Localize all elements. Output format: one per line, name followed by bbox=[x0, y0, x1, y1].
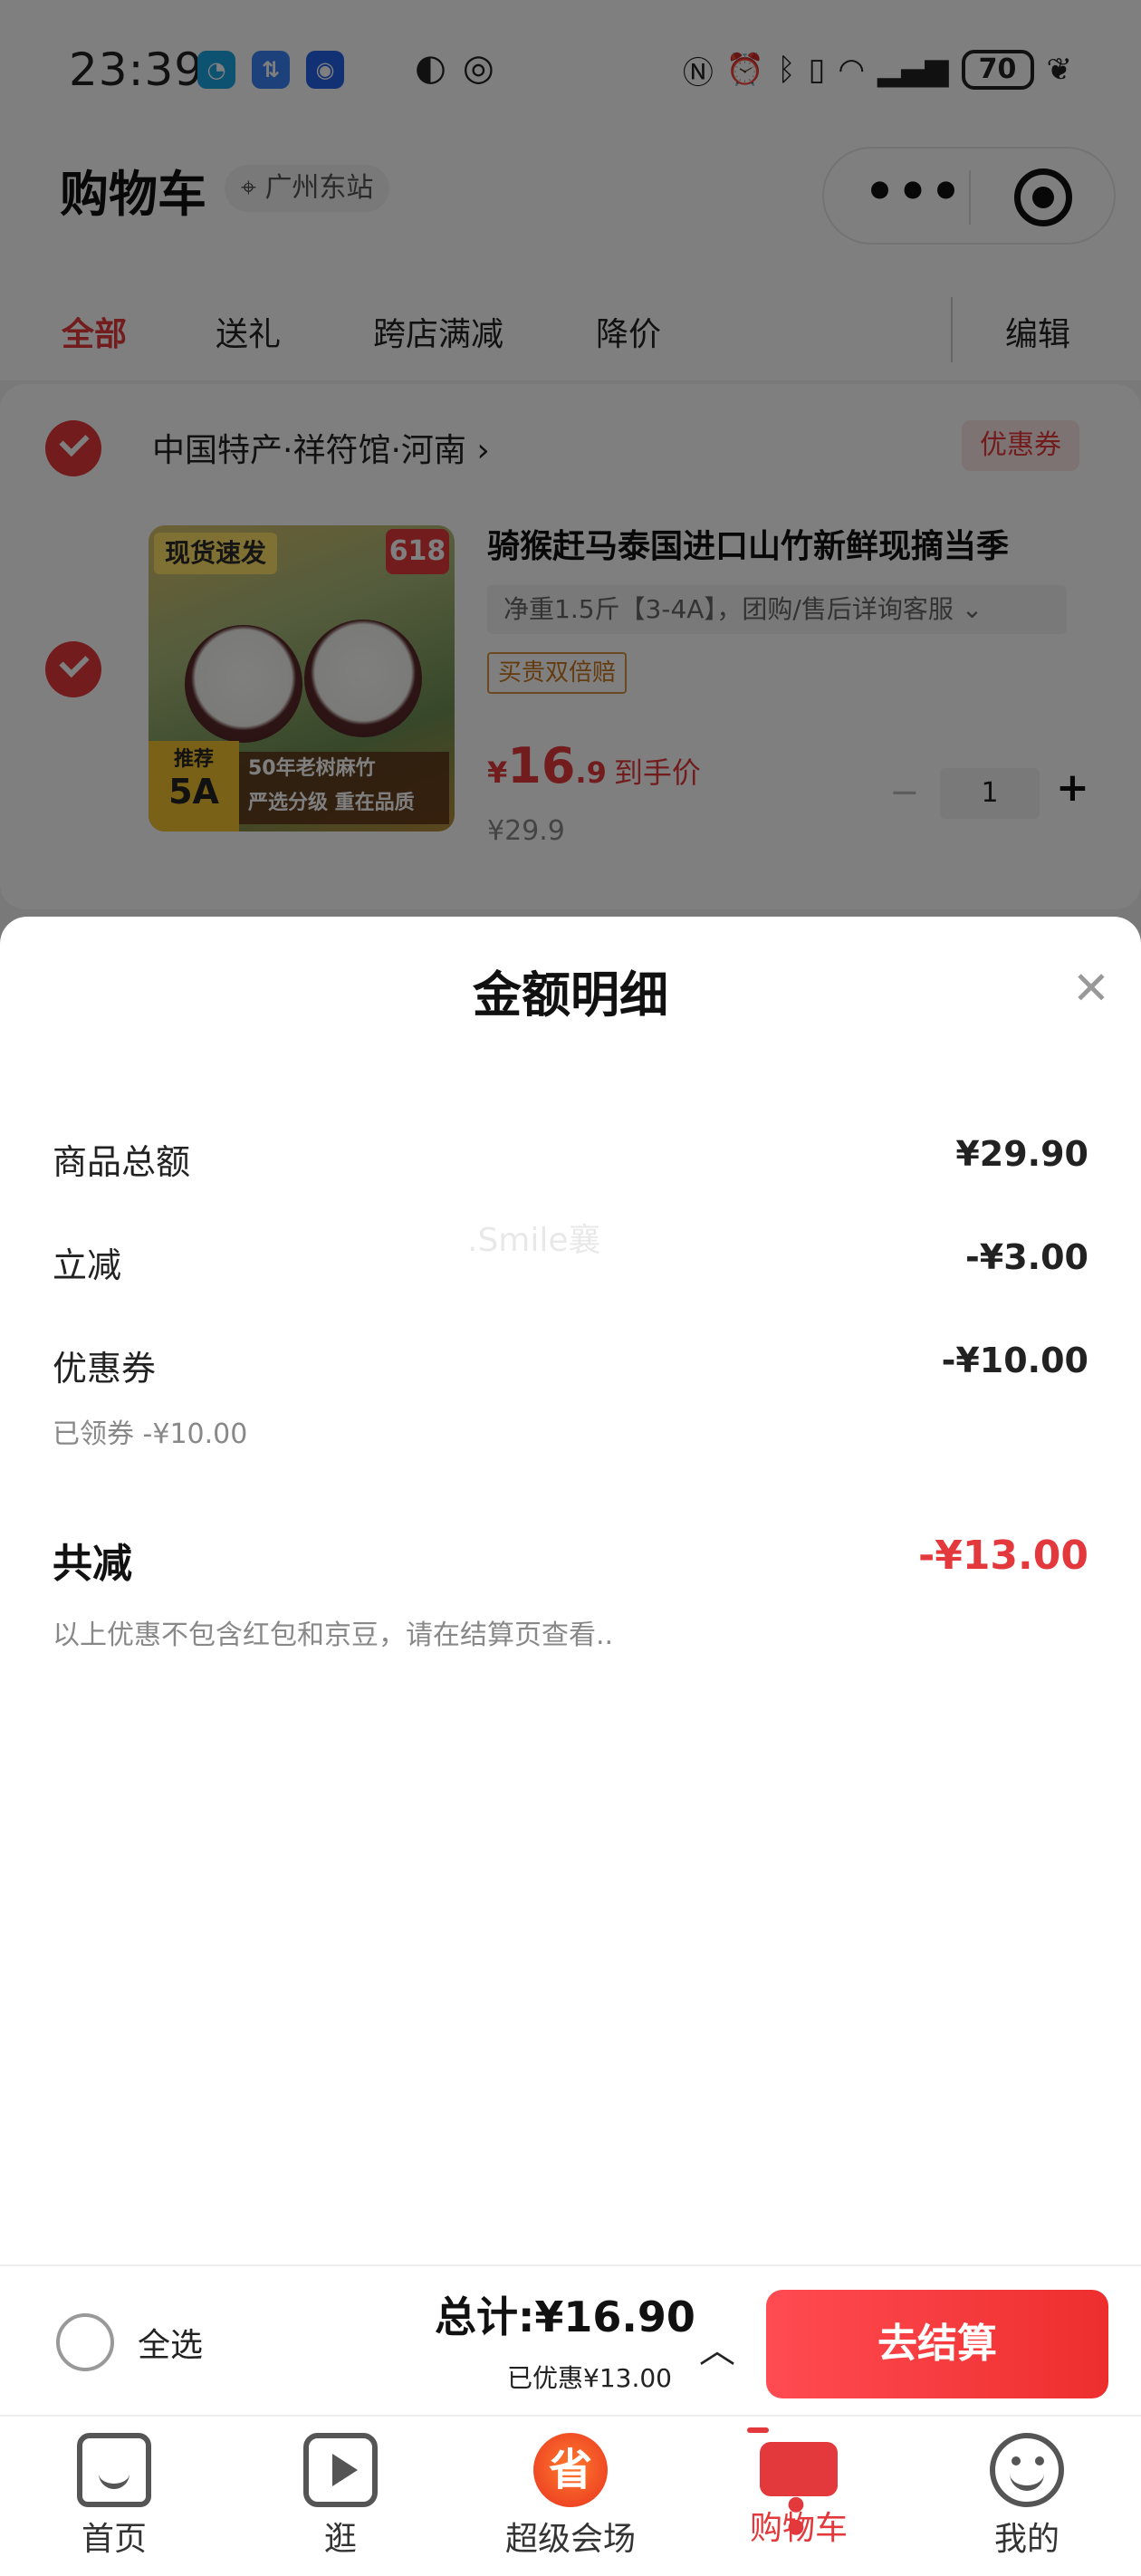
watermark: .Smile襄 bbox=[467, 1222, 601, 1259]
select-all-label[interactable]: 全选 bbox=[138, 2319, 203, 2366]
tab-profile[interactable]: 我的 bbox=[936, 2424, 1117, 2576]
subtotal-value: ¥29.90 bbox=[955, 1134, 1088, 1174]
saved-amount: 已优惠¥13.00 bbox=[507, 2363, 672, 2393]
coupon-sub: 已领券 -¥10.00 bbox=[53, 1418, 248, 1450]
tab-browse[interactable]: 逛 bbox=[250, 2424, 431, 2576]
total-discount-value: -¥13.00 bbox=[917, 1533, 1088, 1579]
tab-home-label: 首页 bbox=[81, 2521, 147, 2558]
play-icon bbox=[303, 2433, 378, 2507]
total-discount-label: 共减 bbox=[53, 1541, 132, 1587]
checkout-button[interactable]: 去结算 bbox=[766, 2290, 1108, 2398]
discount-note: 以上优惠不包含红包和京豆，请在结算页查看.. bbox=[53, 1620, 614, 1651]
coupon-label: 优惠券 bbox=[53, 1349, 157, 1389]
tab-home[interactable]: 首页 bbox=[24, 2424, 205, 2576]
instant-discount-value: -¥3.00 bbox=[965, 1237, 1088, 1277]
sheet-title: 金额明细 bbox=[473, 966, 668, 1024]
tab-profile-label: 我的 bbox=[993, 2521, 1060, 2558]
tab-mega-venue-label: 超级会场 bbox=[504, 2521, 636, 2558]
total-price: 总计:¥16.90 bbox=[435, 2292, 695, 2341]
checkout-bar: 全选 总计:¥16.90 已优惠¥13.00 ︿ 去结算 bbox=[0, 2264, 1141, 2415]
close-icon[interactable]: ✕ bbox=[1072, 966, 1110, 1011]
tab-browse-label: 逛 bbox=[323, 2521, 357, 2558]
tab-cart[interactable]: 购物车 bbox=[708, 2424, 889, 2576]
home-icon bbox=[77, 2433, 151, 2507]
mega-venue-icon: 省 bbox=[533, 2433, 608, 2507]
subtotal-label: 商品总额 bbox=[53, 1142, 191, 1182]
coupon-value: -¥10.00 bbox=[941, 1341, 1088, 1380]
bottom-tab-bar: 首页 逛 省 超级会场 购物车 我的 bbox=[0, 2415, 1141, 2576]
chevron-up-icon[interactable]: ︿ bbox=[699, 2321, 735, 2373]
select-all-radio[interactable] bbox=[56, 2313, 114, 2371]
profile-icon bbox=[990, 2433, 1064, 2507]
cart-icon bbox=[747, 2427, 838, 2538]
tab-mega-venue[interactable]: 省 超级会场 bbox=[480, 2424, 661, 2576]
instant-discount-label: 立减 bbox=[53, 1245, 122, 1285]
